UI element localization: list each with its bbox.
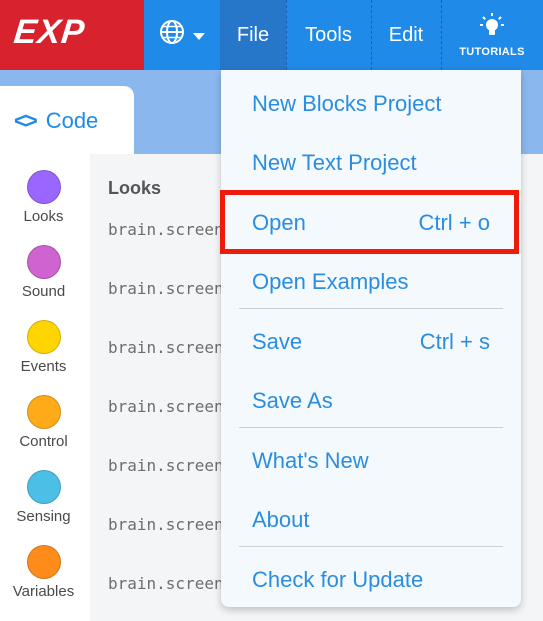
tools-menu-label: Tools <box>305 23 352 46</box>
file-menu-label: File <box>236 23 270 46</box>
file-menu-button[interactable]: File <box>220 0 286 70</box>
code-tab-label: Code <box>45 108 99 133</box>
category-sensing[interactable]: Sensing <box>0 470 87 525</box>
category-label: Control <box>19 433 68 450</box>
edit-menu-label: Edit <box>388 23 424 46</box>
category-label: Events <box>20 358 67 375</box>
file-dropdown-menu: New Blocks Project New Text Project Open… <box>221 70 521 607</box>
globe-icon <box>159 19 185 51</box>
menu-item-label: About <box>252 507 310 532</box>
panel-title: Looks <box>108 178 162 198</box>
category-looks[interactable]: Looks <box>0 170 87 225</box>
chevron-down-icon <box>193 32 205 40</box>
category-color-dot <box>26 470 61 504</box>
language-menu-button[interactable] <box>144 0 220 70</box>
menu-item-label: What's New <box>252 448 369 473</box>
tab-code[interactable]: <> Code <box>0 86 134 156</box>
highlight-box <box>220 190 519 254</box>
app-logo[interactable]: EXP <box>0 0 144 70</box>
category-label: Sensing <box>16 508 71 525</box>
edit-menu-button[interactable]: Edit <box>371 0 441 70</box>
tutorials-label: TUTORIALS <box>459 46 525 58</box>
menu-item-label: Check for Update <box>252 567 424 592</box>
category-color-dot <box>26 395 61 429</box>
tools-menu-button[interactable]: Tools <box>286 0 371 70</box>
lightbulb-icon <box>479 12 505 44</box>
menu-item-label: New Text Project <box>252 150 417 175</box>
menu-item-save[interactable]: Save Ctrl + s <box>221 313 521 371</box>
menu-item-label: Save As <box>252 388 333 413</box>
menu-item-whats-new[interactable]: What's New <box>221 432 521 490</box>
logo-text: EXP <box>12 13 88 51</box>
code-brackets-icon: <> <box>14 108 38 133</box>
menu-item-label: Save <box>252 329 303 354</box>
category-color-dot <box>26 245 61 279</box>
category-sidebar: Looks Sound Events Control Sensing Varia… <box>0 154 87 621</box>
category-label: Variables <box>12 583 75 600</box>
menu-item-new-blocks-project[interactable]: New Blocks Project <box>221 75 521 133</box>
menu-separator <box>239 546 503 547</box>
menu-separator <box>239 427 503 428</box>
menu-separator <box>239 308 503 309</box>
menu-item-shortcut: Ctrl + s <box>419 329 490 354</box>
category-color-dot <box>26 320 61 354</box>
category-events[interactable]: Events <box>0 320 87 375</box>
menu-item-save-as[interactable]: Save As <box>221 372 521 430</box>
category-color-dot <box>26 170 61 204</box>
menu-item-label: Open Examples <box>252 269 409 294</box>
menu-item-about[interactable]: About <box>221 491 521 549</box>
menu-item-label: New Blocks Project <box>252 91 442 116</box>
category-color-dot <box>26 545 61 579</box>
menu-item-open-examples[interactable]: Open Examples <box>221 253 521 311</box>
category-label: Looks <box>23 208 64 225</box>
tutorials-button[interactable]: TUTORIALS <box>441 0 543 70</box>
category-label: Sound <box>21 283 66 300</box>
category-control[interactable]: Control <box>0 395 87 450</box>
category-sound[interactable]: Sound <box>0 245 87 300</box>
category-variables[interactable]: Variables <box>0 545 87 600</box>
menu-item-check-for-update[interactable]: Check for Update <box>221 551 521 609</box>
top-menu-bar: EXP File Tools Edit TUTORIALS <box>0 0 543 70</box>
menu-item-new-text-project[interactable]: New Text Project <box>221 134 521 192</box>
